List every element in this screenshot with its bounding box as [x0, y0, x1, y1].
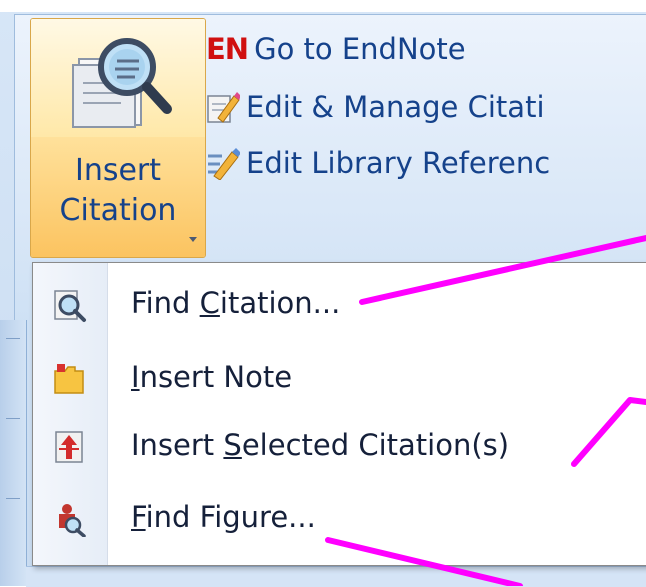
menu-item-label: Find Citation...: [131, 283, 340, 323]
edit-manage-citations-button[interactable]: Edit & Manage Citati: [206, 82, 545, 132]
word-window: Insert Citation EN Go to EndNote Edit & …: [0, 0, 646, 587]
accelerator-key: I: [131, 360, 140, 394]
left-ruler-rail: [0, 320, 27, 586]
insert-citation-label-line1: Insert: [74, 153, 162, 188]
label-part: nsert Note: [139, 360, 293, 394]
insert-citation-icon-area[interactable]: [31, 19, 205, 138]
label-part: itation...: [219, 286, 341, 320]
edit-library-pencil-icon: [208, 148, 240, 180]
top-strip: [0, 0, 646, 12]
insert-citation-button[interactable]: Insert Citation: [30, 18, 206, 258]
rail-notch: [6, 418, 20, 419]
find-citation-icon: [54, 290, 86, 322]
accelerator-key: S: [223, 428, 242, 462]
menu-item-find-figure[interactable]: Find Figure...: [33, 485, 646, 553]
insert-selected-icon: [55, 431, 83, 463]
menu-item-label: Insert Note: [131, 357, 292, 397]
edit-library-references-label: Edit Library Referenc: [246, 146, 551, 180]
menu-item-label: Find Figure...: [131, 497, 316, 537]
insert-citation-menu: Find Citation... Insert Note Insert Sele…: [32, 262, 646, 566]
folder-note-icon: [54, 364, 84, 394]
menu-item-label: Insert Selected Citation(s): [131, 425, 509, 465]
go-to-endnote-label: Go to EndNote: [254, 32, 466, 66]
insert-citation-label-line2: Citation: [59, 193, 177, 228]
menu-item-find-citation[interactable]: Find Citation...: [33, 271, 646, 339]
go-to-endnote-button[interactable]: EN Go to EndNote: [206, 24, 466, 74]
label-part: elected Citation(s): [241, 428, 510, 462]
endnote-badge-icon: EN: [206, 32, 249, 66]
label-part: Insert: [131, 428, 224, 462]
find-figure-icon: [59, 504, 86, 537]
menu-item-insert-selected-citations[interactable]: Insert Selected Citation(s): [33, 413, 646, 481]
edit-citation-pencil-icon: [207, 92, 240, 123]
accelerator-key: C: [199, 286, 220, 320]
label-part: ind Figure...: [145, 500, 316, 534]
rail-notch: [6, 338, 20, 339]
menu-item-insert-note[interactable]: Insert Note: [33, 345, 646, 413]
magnifier-document-icon: [72, 38, 172, 128]
insert-citation-label: Insert Citation: [31, 151, 205, 231]
edit-manage-citations-label: Edit & Manage Citati: [246, 90, 545, 124]
label-part: Find: [131, 286, 200, 320]
edit-library-references-button[interactable]: Edit Library Referenc: [206, 138, 550, 188]
chevron-down-icon: [189, 237, 197, 242]
accelerator-key: F: [131, 500, 146, 534]
document-edge: [26, 566, 646, 587]
rail-notch: [6, 498, 20, 499]
